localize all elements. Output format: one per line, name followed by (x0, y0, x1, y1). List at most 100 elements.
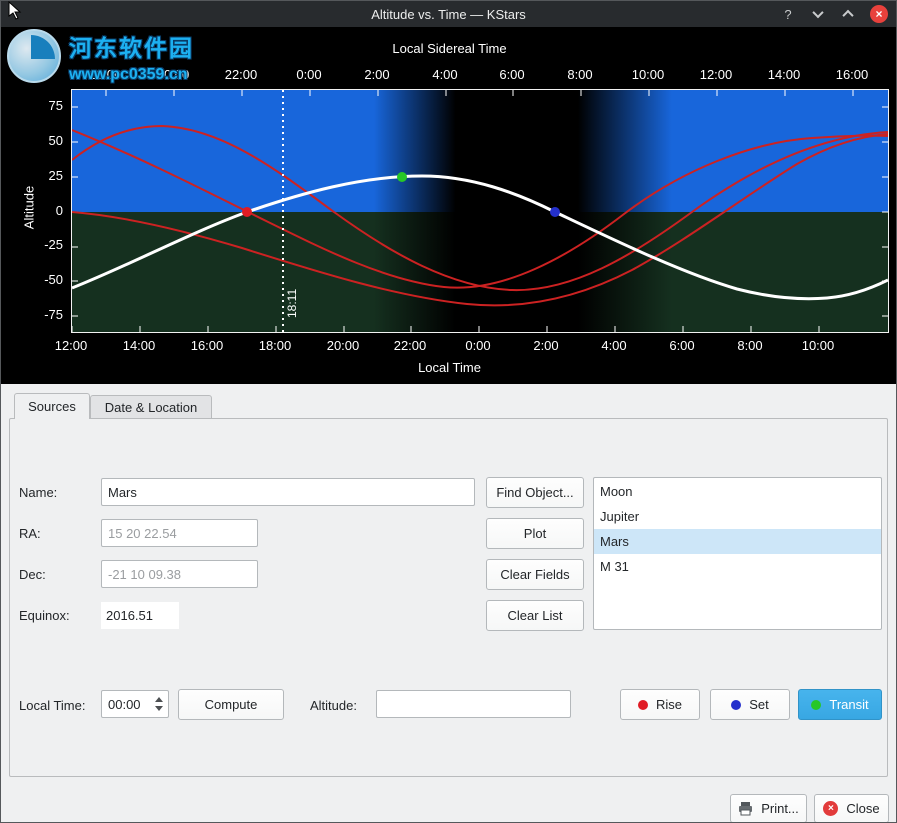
set-point (550, 207, 560, 217)
set-button[interactable]: Set (710, 689, 790, 720)
tab-sources-label: Sources (28, 399, 76, 414)
clear-fields-button-label: Clear Fields (500, 567, 569, 582)
list-item-moon[interactable]: Moon (594, 479, 881, 504)
dialog-close-button[interactable]: × Close (814, 794, 889, 823)
rise-dot-icon (638, 700, 648, 710)
y-tick: 0 (35, 203, 63, 218)
top-tick: 6:00 (499, 67, 524, 82)
bottom-tick: 0:00 (465, 338, 490, 353)
y-tick: 25 (35, 168, 63, 183)
list-item-mars[interactable]: Mars (594, 529, 881, 554)
y-tick: -75 (35, 307, 63, 322)
printer-icon (738, 802, 753, 816)
print-button[interactable]: Print... (730, 794, 807, 823)
compute-button-label: Compute (205, 697, 258, 712)
find-object-button-label: Find Object... (496, 485, 573, 500)
transit-dot-icon (811, 700, 821, 710)
bottom-tick: 16:00 (191, 338, 224, 353)
transit-button[interactable]: Transit (798, 689, 882, 720)
top-tick: 2:00 (364, 67, 389, 82)
chevron-up-icon (842, 10, 853, 21)
top-axis-title: Local Sidereal Time (1, 41, 897, 56)
find-object-button[interactable]: Find Object... (486, 477, 584, 508)
bottom-tick: 4:00 (601, 338, 626, 353)
top-tick: 20:00 (157, 67, 190, 82)
bottom-tick: 20:00 (327, 338, 360, 353)
y-tick: -25 (35, 237, 63, 252)
bottom-tick: 10:00 (802, 338, 835, 353)
tab-date-location[interactable]: Date & Location (90, 395, 212, 419)
clear-list-button-label: Clear List (508, 608, 563, 623)
top-tick: 4:00 (432, 67, 457, 82)
set-dot-icon (731, 700, 741, 710)
bottom-tick: 18:00 (259, 338, 292, 353)
y-tick: 50 (35, 133, 63, 148)
ra-input[interactable] (101, 519, 258, 547)
spin-down-icon[interactable] (155, 706, 163, 711)
dialog-close-icon: × (823, 801, 838, 816)
altitude-vs-time-window: Altitude vs. Time — KStars ? × Local Sid… (0, 0, 897, 823)
plot-button[interactable]: Plot (486, 518, 584, 549)
tab-date-location-label: Date & Location (105, 400, 198, 415)
ra-label: RA: (19, 526, 41, 541)
spin-up-icon[interactable] (155, 697, 163, 702)
plot-canvas: 18:11 (71, 89, 889, 333)
transit-button-label: Transit (829, 697, 868, 712)
set-button-label: Set (749, 697, 769, 712)
bottom-axis-title: Local Time (1, 360, 897, 375)
clear-list-button[interactable]: Clear List (486, 600, 584, 631)
dialog-close-button-label: Close (846, 801, 879, 816)
top-tick: 12:00 (700, 67, 733, 82)
list-item-jupiter[interactable]: Jupiter (594, 504, 881, 529)
y-tick: -50 (35, 272, 63, 287)
bottom-tick: 14:00 (123, 338, 156, 353)
dec-input[interactable] (101, 560, 258, 588)
top-tick: 18:00 (89, 67, 122, 82)
bottom-tick: 12:00 (55, 338, 88, 353)
top-tick: 10:00 (632, 67, 665, 82)
bottom-tick: 2:00 (533, 338, 558, 353)
y-tick: 75 (35, 98, 63, 113)
local-time-spinbox[interactable]: 00:00 (101, 690, 169, 718)
altitude-input[interactable] (376, 690, 571, 718)
compute-button[interactable]: Compute (178, 689, 284, 720)
local-time-value: 00:00 (102, 697, 150, 712)
altitude-curve-red-1 (72, 126, 888, 290)
plot-button-label: Plot (524, 526, 546, 541)
altitude-plot: Local Sidereal Time 18:00 20:00 22:00 0:… (1, 27, 897, 384)
equinox-label: Equinox: (19, 608, 70, 623)
name-label: Name: (19, 485, 57, 500)
clear-fields-button[interactable]: Clear Fields (486, 559, 584, 590)
axis-ticks-y (72, 107, 888, 316)
top-tick: 14:00 (768, 67, 801, 82)
tab-sources[interactable]: Sources (14, 393, 90, 419)
bottom-tick: 8:00 (737, 338, 762, 353)
dec-label: Dec: (19, 567, 46, 582)
current-time-marker-label: 18:11 (285, 289, 299, 318)
altitude-curve-red-3 (72, 134, 888, 305)
bottom-tick: 22:00 (394, 338, 427, 353)
transit-point (397, 172, 407, 182)
object-list: Moon Jupiter Mars M 31 (593, 477, 882, 630)
help-button[interactable]: ? (780, 6, 796, 22)
list-item-m31[interactable]: M 31 (594, 554, 881, 579)
plot-curves: 18:11 (72, 90, 888, 332)
titlebar[interactable]: Altitude vs. Time — KStars ? × (1, 1, 896, 27)
window-close-button[interactable]: × (870, 5, 888, 23)
y-axis-title: Altitude (22, 153, 37, 263)
bottom-tick: 6:00 (669, 338, 694, 353)
watermark-logo (7, 29, 61, 83)
window-title: Altitude vs. Time — KStars (371, 7, 526, 22)
mouse-cursor (8, 1, 24, 20)
top-tick: 8:00 (567, 67, 592, 82)
rise-point (242, 207, 252, 217)
altitude-curve-selected (72, 176, 888, 299)
help-icon: ? (784, 7, 791, 22)
local-time-label: Local Time: (19, 698, 85, 713)
name-input[interactable] (101, 478, 475, 506)
shade-button[interactable] (810, 6, 826, 22)
axis-ticks-x (72, 90, 853, 332)
keep-above-button[interactable] (840, 6, 856, 22)
rise-button[interactable]: Rise (620, 689, 700, 720)
top-tick: 16:00 (836, 67, 869, 82)
